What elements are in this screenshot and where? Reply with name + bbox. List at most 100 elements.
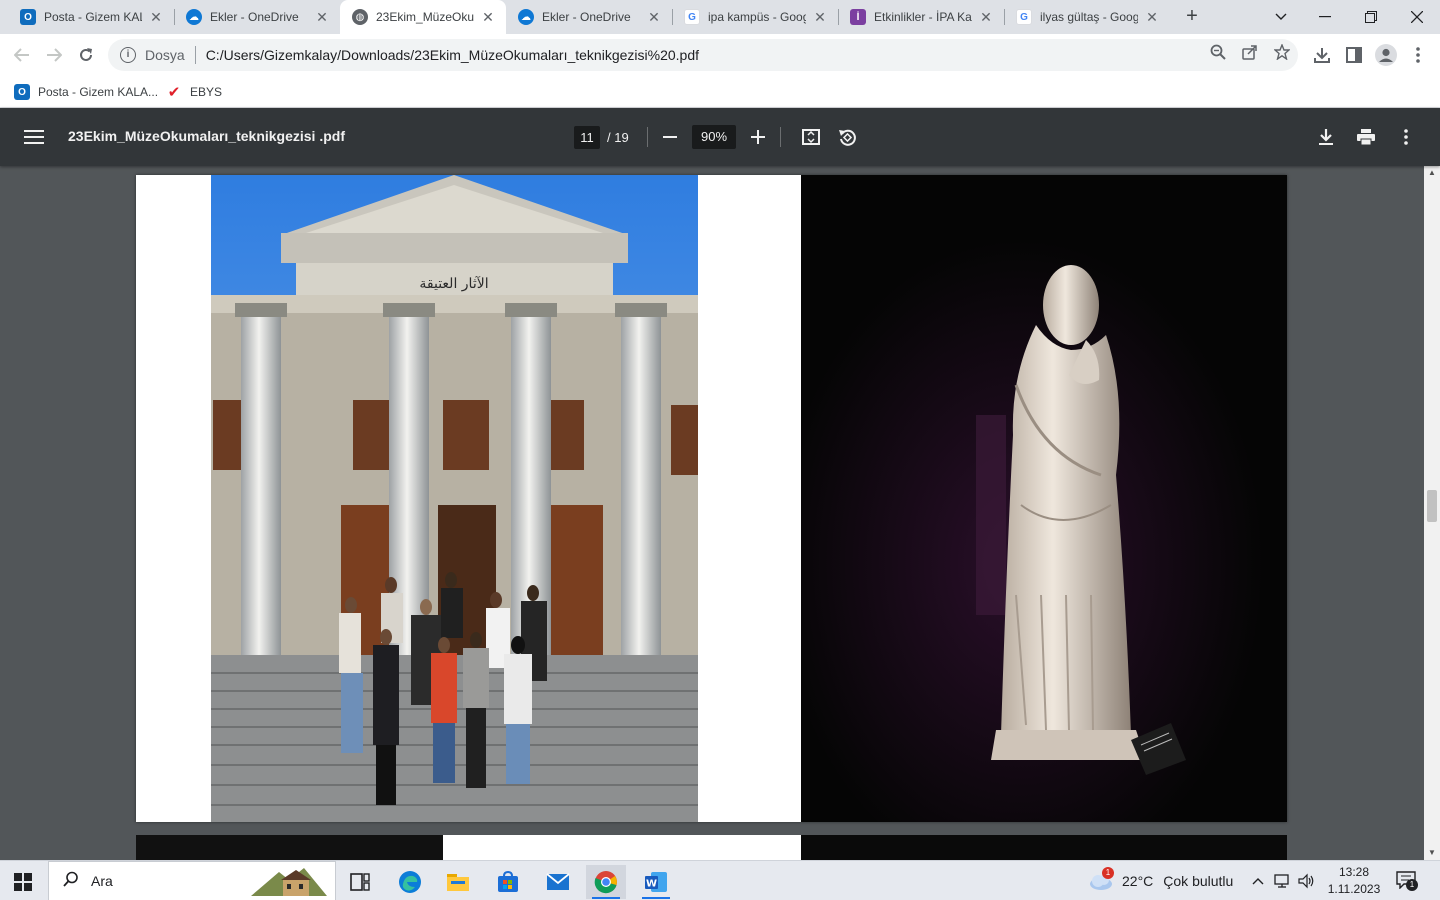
pdf-page: الآثار العتيقة [136,175,1287,822]
pdf-file-title: 23Ekim_MüzeOkumaları_teknikgezisi .pdf [68,128,345,144]
print-button[interactable] [1354,125,1378,149]
zoom-level-input[interactable]: 90% [692,125,736,149]
bookmark-ebys[interactable]: ✔ EBYS [166,82,222,102]
close-icon [1411,11,1423,23]
taskbar-mail[interactable] [538,865,578,899]
store-icon [498,871,518,892]
clock-time: 13:28 [1338,865,1370,879]
tab-search-button[interactable] [1258,0,1304,34]
weather-badge: 1 [1102,867,1114,879]
next-page-image [136,835,443,860]
pdf-document-area[interactable]: الآثار العتيقة [0,166,1440,860]
tab-title: Ekler - OneDrive [210,10,299,24]
tab-outlook-mail[interactable]: O Posta - Gizem KALAY ✕ [8,0,174,34]
onedrive-icon: ☁ [518,9,534,25]
browser-menu-icon[interactable] [1406,43,1430,67]
zoom-out-button[interactable] [658,125,682,149]
tab-pdf-active[interactable]: ◍ 23Ekim_MüzeOkumaları ✕ [340,0,506,34]
task-view-icon [350,873,370,891]
close-tab-icon[interactable]: ✕ [480,9,496,26]
scroll-down-arrow-icon[interactable]: ▼ [1424,846,1440,860]
network-icon[interactable] [1274,861,1292,900]
tab-title: Etkinlikler - İPA Kampüs [874,10,972,24]
zoom-in-button[interactable] [746,125,770,149]
minimize-icon [1319,16,1331,18]
scrollbar-thumb[interactable] [1427,490,1437,522]
close-window-button[interactable] [1394,0,1440,34]
side-panel-icon[interactable] [1342,43,1366,67]
task-view-button[interactable] [340,865,380,899]
minimize-button[interactable] [1302,0,1348,34]
vertical-scrollbar[interactable]: ▲ ▼ [1424,166,1440,860]
back-button[interactable] [8,41,36,69]
rotate-icon [839,129,856,146]
close-tab-icon[interactable]: ✕ [812,9,828,26]
system-clock[interactable]: 13:28 1.11.2023 [1324,864,1384,898]
tab-google-ilyas[interactable]: G ilyas gültaş - Google ✕ [1004,0,1170,34]
windows-start-icon[interactable] [14,873,32,891]
zoom-icon[interactable] [1208,42,1228,62]
taskbar-chrome[interactable] [586,865,626,899]
divider [194,46,196,64]
tab-google-ipa[interactable]: G ipa kampüs - Google ✕ [672,0,838,34]
tab-onedrive-1[interactable]: ☁ Ekler - OneDrive ✕ [174,0,340,34]
close-tab-icon[interactable]: ✕ [1144,9,1160,26]
cloudy-weather-icon: 1 [1088,867,1114,891]
new-tab-button[interactable]: + [1180,5,1204,29]
page-number-input[interactable]: 11 [574,125,600,149]
info-icon[interactable]: i [120,47,136,63]
reload-button[interactable] [72,41,100,69]
search-highlight-image [249,866,329,900]
close-tab-icon[interactable]: ✕ [646,9,662,26]
windows-taskbar: Ara W 1 22°C Çok bulutlu 13:28 1.11.2023… [0,860,1440,900]
forward-button[interactable] [40,41,68,69]
notification-center-button[interactable]: 1 [1396,861,1418,900]
weather-temperature: 22°C [1122,873,1154,889]
tab-title: Ekler - OneDrive [542,10,631,24]
checkmark-icon: ✔ [167,84,181,101]
rotate-button[interactable] [835,125,859,149]
fit-page-button[interactable] [799,125,823,149]
svg-text:W: W [646,879,657,890]
tab-title: 23Ekim_MüzeOkumaları [376,10,474,24]
taskbar-search-box[interactable]: Ara [48,861,336,900]
bookmark-star-icon[interactable] [1272,42,1292,62]
globe-icon: ◍ [352,9,368,25]
restore-button[interactable] [1348,0,1394,34]
pdf-menu-icon[interactable] [22,127,46,147]
volume-icon[interactable] [1298,861,1316,900]
bookmark-label: Posta - Gizem KALA... [38,85,159,99]
close-tab-icon[interactable]: ✕ [978,9,994,26]
bookmark-outlook[interactable]: O Posta - Gizem KALA... [14,82,158,102]
taskbar-edge[interactable] [390,865,430,899]
taskbar-file-explorer[interactable] [438,865,478,899]
browser-toolbar: i Dosya C:/Users/Gizemkalay/Downloads/23… [0,34,1440,76]
chevron-up-icon [1252,878,1264,885]
tab-strip: O Posta - Gizem KALAY ✕ ☁ Ekler - OneDri… [0,0,1440,34]
scroll-up-arrow-icon[interactable]: ▲ [1424,166,1440,180]
divider [780,127,781,147]
tab-onedrive-2[interactable]: ☁ Ekler - OneDrive ✕ [506,0,672,34]
next-page-image [801,835,1287,860]
taskbar-microsoft-store[interactable] [488,865,528,899]
close-tab-icon[interactable]: ✕ [314,9,330,26]
taskbar-word[interactable]: W [636,865,676,899]
tab-title: ilyas gültaş - Google [1040,10,1138,24]
downloads-icon[interactable] [1310,43,1334,67]
share-icon[interactable] [1240,42,1260,62]
pdf-next-page [136,835,1287,860]
search-placeholder: Ara [91,873,113,889]
profile-avatar-icon[interactable] [1374,43,1398,67]
tab-ipa-events[interactable]: İ Etkinlikler - İPA Kampüs ✕ [838,0,1004,34]
outlook-icon: O [20,9,36,25]
download-button[interactable] [1314,125,1338,149]
edge-icon [399,871,421,893]
close-tab-icon[interactable]: ✕ [148,9,164,26]
address-bar[interactable]: i Dosya C:/Users/Gizemkalay/Downloads/23… [108,39,1298,71]
arrow-left-icon [14,48,29,62]
notification-count: 1 [1406,879,1418,891]
url-text[interactable]: C:/Users/Gizemkalay/Downloads/23Ekim_Müz… [206,47,699,63]
pdf-more-actions-button[interactable] [1394,125,1418,149]
weather-widget[interactable]: 1 22°C Çok bulutlu [1088,861,1233,900]
show-hidden-icons-button[interactable] [1252,861,1264,900]
